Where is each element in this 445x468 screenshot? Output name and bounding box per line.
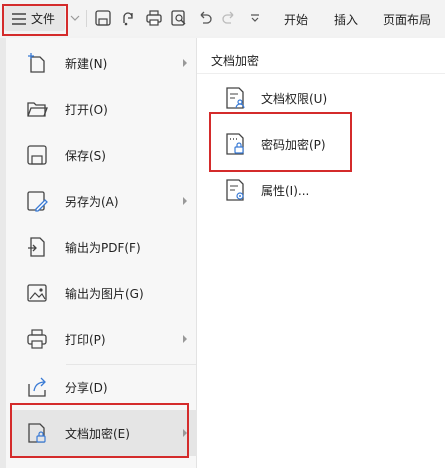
tab-insert[interactable]: 插入: [334, 11, 358, 28]
menu-item-open[interactable]: 打开(O): [12, 86, 198, 132]
submenu-item-label: 属性(I)...: [261, 184, 310, 198]
submenu-divider: [197, 73, 445, 74]
submenu-item-document-permission[interactable]: 文档权限(U): [211, 80, 443, 114]
password-item-highlight: [209, 112, 352, 172]
folder-open-icon: [26, 98, 48, 120]
save-as-icon: [26, 190, 48, 212]
menu-item-export-image[interactable]: 输出为图片(G): [12, 270, 198, 316]
submenu-item-label: 文档权限(U): [261, 92, 328, 106]
chevron-right-icon: [182, 335, 188, 343]
chevron-down-icon[interactable]: [70, 14, 80, 22]
export-pdf-icon: [26, 236, 48, 258]
save-icon[interactable]: [94, 9, 112, 27]
chevron-right-icon: [182, 59, 188, 67]
encrypt-submenu: 文档加密 文档权限(U) 密码加密(P) 属性(I)...: [197, 38, 445, 468]
print-icon: [26, 328, 48, 350]
menu-item-label: 分享(D): [65, 380, 108, 395]
submenu-title: 文档加密: [211, 54, 260, 68]
customize-icon[interactable]: [246, 9, 264, 27]
tab-home[interactable]: 开始: [284, 11, 308, 28]
encrypt-item-highlight: [10, 403, 189, 458]
document-permission-icon: [225, 86, 247, 110]
menu-item-label: 另存为(A): [65, 194, 119, 209]
preview-icon[interactable]: [170, 9, 188, 27]
toolbar-divider: [86, 10, 87, 27]
save-icon: [26, 144, 48, 166]
menu-item-print[interactable]: 打印(P): [12, 316, 198, 362]
tab-page-layout[interactable]: 页面布局: [383, 11, 431, 28]
quick-access-toolbar: 文件 开始 插入 页面布局: [0, 0, 445, 36]
share-icon: [26, 376, 48, 398]
export-image-icon: [26, 282, 48, 304]
undo-icon[interactable]: [196, 9, 214, 27]
file-button-highlight: [2, 4, 68, 36]
menu-item-save[interactable]: 保存(S): [12, 132, 198, 178]
menu-item-label: 打开(O): [65, 102, 108, 117]
new-file-icon: [26, 52, 48, 74]
chevron-right-icon: [182, 197, 188, 205]
menu-item-label: 保存(S): [65, 148, 106, 163]
menu-item-label: 输出为图片(G): [65, 286, 144, 301]
export-icon[interactable]: [120, 9, 138, 27]
submenu-item-document-properties[interactable]: 属性(I)...: [211, 172, 443, 206]
menu-item-label: 输出为PDF(F): [65, 240, 141, 255]
document-properties-icon: [225, 178, 247, 202]
menu-item-label: 打印(P): [65, 332, 106, 347]
menu-item-save-as[interactable]: 另存为(A): [12, 178, 198, 224]
print-icon[interactable]: [145, 9, 163, 27]
menu-item-export-pdf[interactable]: 输出为PDF(F): [12, 224, 198, 270]
menu-item-label: 新建(N): [65, 56, 108, 71]
redo-icon[interactable]: [220, 9, 238, 27]
menu-item-new[interactable]: 新建(N): [12, 40, 198, 86]
